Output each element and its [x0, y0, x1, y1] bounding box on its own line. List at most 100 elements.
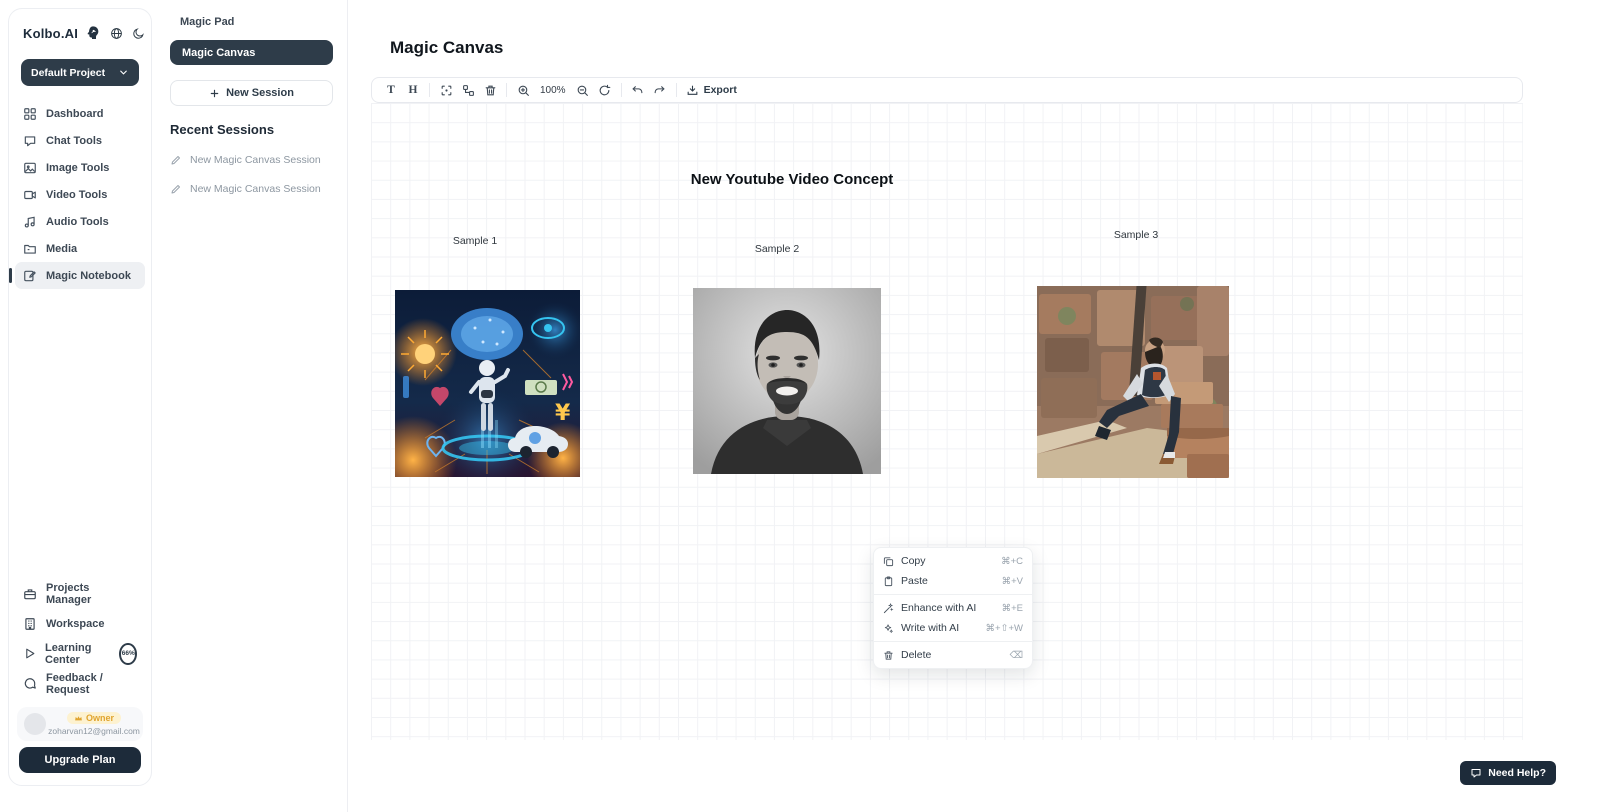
upgrade-plan-button[interactable]: Upgrade Plan	[19, 747, 141, 773]
avatar	[24, 713, 46, 735]
context-menu-item-delete[interactable]: Delete ⌫	[874, 645, 1032, 665]
sample-1-image[interactable]: ¥	[395, 290, 580, 477]
sidebar-item-audio-tools[interactable]: Audio Tools	[15, 208, 145, 235]
context-menu: Copy ⌘+C Paste ⌘+V Enhance with AI ⌘+E W…	[873, 547, 1033, 669]
text-tool-button[interactable]: T	[380, 80, 402, 100]
new-session-button[interactable]: New Session	[170, 80, 333, 106]
context-menu-label: Copy	[901, 555, 1001, 567]
need-help-button[interactable]: Need Help?	[1460, 761, 1556, 785]
sample-3-label[interactable]: Sample 3	[1114, 229, 1158, 241]
sample-3-image[interactable]	[1037, 286, 1229, 478]
sidebar-item-image-tools[interactable]: Image Tools	[15, 154, 145, 181]
toolbar-divider	[676, 83, 677, 97]
dashboard-grid-icon	[23, 107, 37, 121]
sidebar-item-projects-manager[interactable]: Projects Manager	[15, 580, 145, 607]
heading-tool-button[interactable]: H	[402, 80, 424, 100]
flow-connector-tool-button[interactable]	[457, 80, 479, 100]
sidebar-item-label: Chat Tools	[46, 135, 102, 147]
sidebar-item-media[interactable]: Media	[15, 235, 145, 262]
context-menu-shortcut: ⌘+E	[1002, 603, 1023, 614]
video-camera-icon	[23, 188, 37, 202]
globe-icon[interactable]	[110, 27, 123, 40]
context-menu-item-enhance-with-ai[interactable]: Enhance with AI ⌘+E	[874, 598, 1032, 618]
pencil-icon	[170, 183, 182, 195]
learning-progress-badge: 66%	[119, 643, 137, 665]
zoom-in-button[interactable]	[512, 80, 534, 100]
sample-1-label[interactable]: Sample 1	[453, 235, 497, 247]
need-help-label: Need Help?	[1488, 767, 1546, 779]
context-menu-item-write-with-ai[interactable]: Write with AI ⌘+⇧+W	[874, 618, 1032, 638]
paste-clipboard-icon	[883, 576, 894, 587]
sidebar-item-chat-tools[interactable]: Chat Tools	[15, 127, 145, 154]
context-menu-shortcut: ⌘+V	[1002, 576, 1023, 587]
logo-row: Kolbo.AI	[9, 9, 151, 47]
ai-select-tool-button[interactable]	[435, 80, 457, 100]
magic-canvas-grid[interactable]: New Youtube Video Concept Sample 1 Sampl…	[371, 103, 1523, 740]
delete-tool-button[interactable]	[479, 80, 501, 100]
brain-head-logo-icon	[85, 25, 101, 41]
user-email: zoharvan12@gmail.com	[48, 726, 140, 736]
building-icon	[23, 617, 37, 631]
chevron-down-icon	[118, 67, 129, 78]
zoom-out-icon	[576, 84, 589, 97]
sidebar-item-video-tools[interactable]: Video Tools	[15, 181, 145, 208]
magic-canvas-item-active[interactable]: Magic Canvas	[170, 40, 333, 65]
sidebar-item-learning-center[interactable]: Learning Center 66%	[15, 640, 145, 667]
recent-session-label: New Magic Canvas Session	[190, 154, 321, 166]
play-icon	[23, 647, 36, 660]
project-selector[interactable]: Default Project	[21, 59, 139, 86]
download-icon	[686, 84, 699, 97]
flow-nodes-icon	[462, 84, 475, 97]
user-account-card[interactable]: Owner zoharvan12@gmail.com	[17, 707, 143, 741]
media-folder-icon	[23, 242, 37, 256]
redo-button[interactable]	[649, 80, 671, 100]
sample-2-image[interactable]	[693, 288, 881, 474]
sidebar-item-dashboard[interactable]: Dashboard	[15, 100, 145, 127]
context-menu-shortcut: ⌘+⇧+W	[985, 623, 1023, 634]
canvas-text-heading[interactable]: New Youtube Video Concept	[691, 171, 894, 188]
recent-session-item[interactable]: New Magic Canvas Session	[170, 183, 333, 195]
sidebar-item-label: Magic Notebook	[46, 270, 131, 282]
context-menu-item-copy[interactable]: Copy ⌘+C	[874, 551, 1032, 571]
undo-button[interactable]	[627, 80, 649, 100]
reset-view-button[interactable]	[594, 80, 616, 100]
dark-mode-moon-icon[interactable]	[132, 27, 145, 40]
export-label: Export	[704, 84, 737, 96]
redo-icon	[653, 84, 666, 97]
brand-logo: Kolbo.AI	[23, 26, 78, 41]
zoom-out-button[interactable]	[572, 80, 594, 100]
sidebar-item-workspace[interactable]: Workspace	[15, 610, 145, 637]
sidebar-item-label: Workspace	[46, 618, 105, 630]
copy-icon	[883, 556, 894, 567]
magic-pad-item[interactable]: Magic Pad	[170, 14, 333, 40]
sidebar-nav: Dashboard Chat Tools Image Tools Video T…	[9, 100, 151, 289]
sidebar-item-label: Learning Center	[45, 642, 108, 666]
role-badge-label: Owner	[86, 713, 114, 723]
feedback-bubble-icon	[23, 677, 37, 691]
sidebar: Kolbo.AI Default Project Dashboard Chat …	[8, 8, 152, 786]
sidebar-item-label: Audio Tools	[46, 216, 109, 228]
notebook-pencil-icon	[23, 269, 37, 283]
role-badge: Owner	[67, 712, 121, 724]
chat-bubble-icon	[23, 134, 37, 148]
toolbar-divider	[429, 83, 430, 97]
sample-2-label[interactable]: Sample 2	[755, 243, 799, 255]
sidebar-item-magic-notebook[interactable]: Magic Notebook	[15, 262, 145, 289]
export-button[interactable]: Export	[682, 84, 741, 97]
page-title: Magic Canvas	[390, 38, 503, 58]
sidebar-item-label: Image Tools	[46, 162, 109, 174]
scan-frame-icon	[440, 84, 453, 97]
recent-sessions-heading: Recent Sessions	[170, 122, 333, 137]
svg-text:¥: ¥	[555, 401, 571, 426]
context-menu-item-paste[interactable]: Paste ⌘+V	[874, 571, 1032, 591]
context-menu-divider	[874, 594, 1032, 595]
recent-session-item[interactable]: New Magic Canvas Session	[170, 154, 333, 166]
project-selector-label: Default Project	[31, 67, 105, 79]
sidebar-item-feedback[interactable]: Feedback / Request	[15, 670, 145, 697]
magic-wand-icon	[883, 603, 894, 614]
reset-rotate-icon	[598, 84, 611, 97]
briefcase-icon	[23, 587, 37, 601]
sidebar-item-label: Projects Manager	[46, 582, 137, 606]
sidebar-item-label: Feedback / Request	[46, 672, 137, 696]
sidebar-item-label: Dashboard	[46, 108, 103, 120]
